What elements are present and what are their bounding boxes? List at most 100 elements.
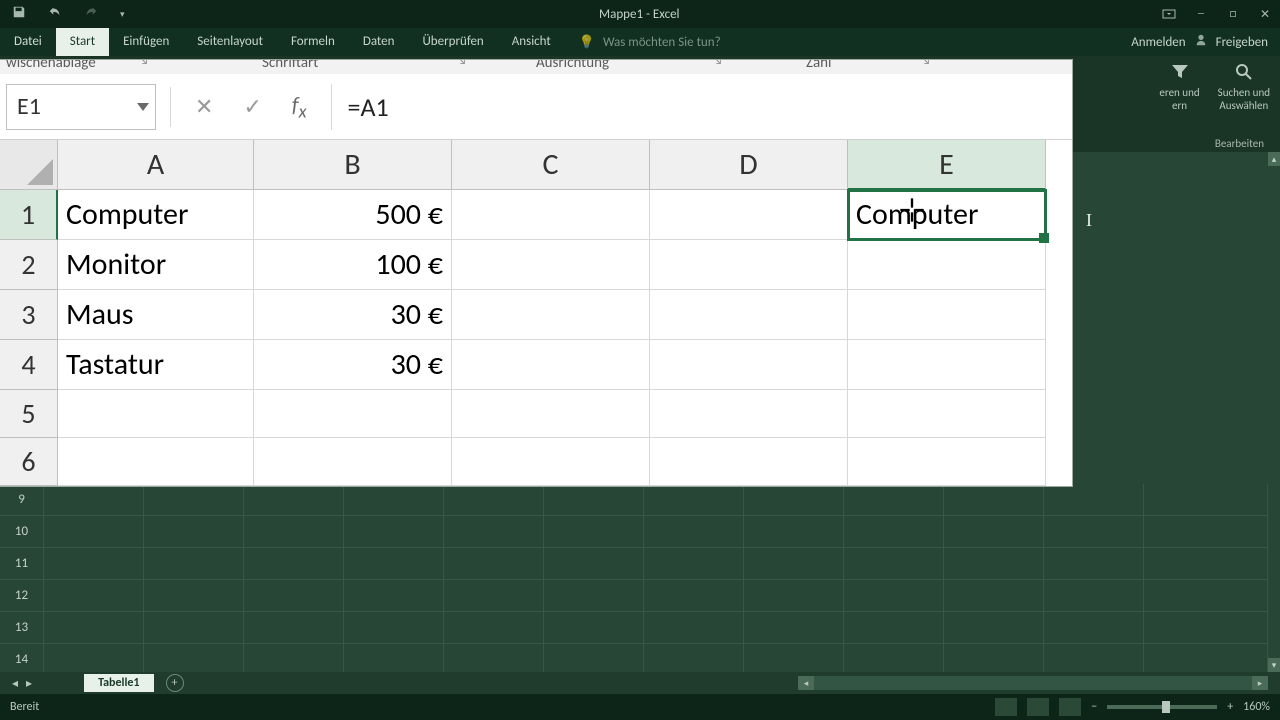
signin-link[interactable]: Anmelden [1131, 35, 1185, 50]
name-box-dropdown-icon[interactable] [137, 103, 149, 111]
tab-review[interactable]: Überprüfen [408, 28, 497, 56]
vertical-scrollbar[interactable]: ▴ ▾ [1268, 152, 1280, 672]
cell[interactable] [544, 516, 644, 548]
cell[interactable] [344, 580, 444, 612]
cell-C4[interactable] [452, 340, 650, 390]
cell[interactable] [744, 580, 844, 612]
sheet-nav-next-icon[interactable]: ▸ [26, 676, 32, 691]
add-sheet-button[interactable]: + [166, 674, 184, 692]
scroll-right-icon[interactable]: ▸ [1252, 676, 1268, 690]
cell[interactable] [444, 484, 544, 516]
cell[interactable] [444, 516, 544, 548]
column-header-B[interactable]: B [254, 140, 452, 190]
cell[interactable] [44, 612, 144, 644]
cell-C1[interactable] [452, 190, 650, 240]
cell[interactable] [144, 516, 244, 548]
column-header-D[interactable]: D [650, 140, 848, 190]
dialog-launcher-icon[interactable]: ↘ [920, 60, 931, 68]
cell-E2[interactable] [848, 240, 1046, 290]
select-all-corner[interactable] [0, 140, 58, 190]
cell[interactable] [844, 516, 944, 548]
tab-home[interactable]: Start [56, 28, 109, 56]
zoom-slider[interactable] [1107, 705, 1217, 709]
row-header-1[interactable]: 1 [0, 190, 58, 240]
column-header-E[interactable]: E [848, 140, 1046, 190]
cell[interactable] [144, 580, 244, 612]
cell[interactable] [744, 612, 844, 644]
cell[interactable] [144, 612, 244, 644]
cell[interactable] [644, 612, 744, 644]
row-header[interactable]: 13 [0, 612, 44, 644]
cell[interactable] [444, 612, 544, 644]
cell-A3[interactable]: Maus [58, 290, 254, 340]
row-header[interactable]: 11 [0, 548, 44, 580]
dialog-launcher-icon[interactable]: ↘ [138, 60, 149, 68]
cell-E3[interactable] [848, 290, 1046, 340]
row-header[interactable]: 9 [0, 484, 44, 516]
cell[interactable] [644, 580, 744, 612]
cell[interactable] [44, 516, 144, 548]
cell-A1[interactable]: Computer [58, 190, 254, 240]
scroll-left-icon[interactable]: ◂ [798, 676, 814, 690]
cell-D4[interactable] [650, 340, 848, 390]
cell-D6[interactable] [650, 438, 848, 486]
cell[interactable] [444, 548, 544, 580]
cell[interactable] [944, 580, 1044, 612]
tab-insert[interactable]: Einfügen [109, 28, 183, 56]
cell[interactable] [1144, 612, 1268, 644]
row-header-4[interactable]: 4 [0, 340, 58, 390]
cell[interactable] [1144, 484, 1268, 516]
column-header-C[interactable]: C [452, 140, 650, 190]
cell-E1[interactable]: Computer [848, 190, 1046, 240]
cell-A4[interactable]: Tastatur [58, 340, 254, 390]
undo-icon[interactable] [48, 5, 62, 23]
cell[interactable] [344, 612, 444, 644]
cell[interactable] [244, 484, 344, 516]
cell-C6[interactable] [452, 438, 650, 486]
cell[interactable] [344, 548, 444, 580]
cell[interactable] [1144, 516, 1268, 548]
insert-function-icon[interactable]: fx [292, 91, 321, 122]
cell[interactable] [744, 484, 844, 516]
row-header[interactable]: 10 [0, 516, 44, 548]
cell[interactable] [44, 484, 144, 516]
redo-icon[interactable] [84, 5, 98, 23]
row-header[interactable]: 12 [0, 580, 44, 612]
cell[interactable] [1144, 580, 1268, 612]
cell[interactable] [944, 516, 1044, 548]
formula-enter-icon[interactable]: ✓ [243, 93, 261, 120]
horizontal-scrollbar[interactable]: ◂ ▸ [798, 676, 1268, 690]
tab-formulas[interactable]: Formeln [277, 28, 349, 56]
cell[interactable] [744, 516, 844, 548]
cell[interactable] [1044, 580, 1144, 612]
cell-D2[interactable] [650, 240, 848, 290]
cell[interactable] [44, 548, 144, 580]
cell-D5[interactable] [650, 390, 848, 438]
sort-filter-button[interactable]: eren und ern [1159, 62, 1199, 112]
column-header-A[interactable]: A [58, 140, 254, 190]
tab-pagelayout[interactable]: Seitenlayout [183, 28, 277, 56]
cell-E6[interactable] [848, 438, 1046, 486]
cell[interactable] [544, 612, 644, 644]
cell-C3[interactable] [452, 290, 650, 340]
formula-input[interactable]: =A1 [331, 84, 1072, 130]
tab-view[interactable]: Ansicht [498, 28, 565, 56]
cell-E5[interactable] [848, 390, 1046, 438]
zoom-in-icon[interactable]: + [1227, 700, 1233, 714]
cell[interactable] [1044, 612, 1144, 644]
row-header-3[interactable]: 3 [0, 290, 58, 340]
view-pagelayout-icon[interactable] [1027, 698, 1049, 716]
dialog-launcher-icon[interactable]: ↘ [456, 60, 467, 68]
cell[interactable] [1044, 484, 1144, 516]
cell[interactable] [744, 548, 844, 580]
tab-data[interactable]: Daten [349, 28, 409, 56]
cell[interactable] [644, 516, 744, 548]
scroll-up-icon[interactable]: ▴ [1268, 152, 1280, 166]
cell-B4[interactable]: 30 € [254, 340, 452, 390]
sheet-tab[interactable]: Tabelle1 [84, 674, 153, 692]
cell[interactable] [944, 548, 1044, 580]
cell-A6[interactable] [58, 438, 254, 486]
cell[interactable] [644, 548, 744, 580]
cell-B2[interactable]: 100 € [254, 240, 452, 290]
ribbon-options-icon[interactable] [1154, 3, 1184, 25]
